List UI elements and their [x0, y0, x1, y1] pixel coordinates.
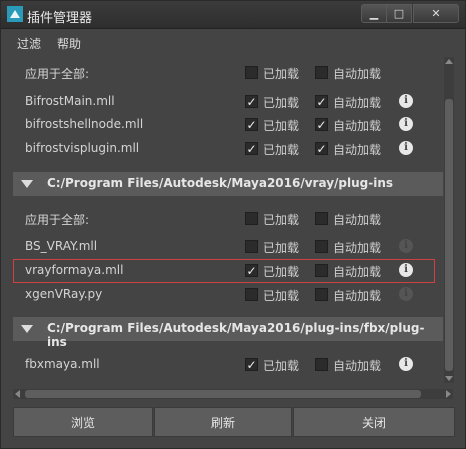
info-icon[interactable]: i	[399, 357, 413, 371]
maximize-icon: □	[393, 7, 405, 20]
loaded-label: 已加载	[263, 213, 300, 227]
browse-button[interactable]: 浏览	[13, 407, 153, 437]
maya-app-icon	[7, 6, 23, 22]
plugin-row: BifrostMain.mll ✓ 已加载 ✓ 自动加载 i	[13, 90, 443, 114]
close-window-button[interactable]: ✕	[413, 4, 459, 23]
apply-all-loaded-checkbox[interactable]	[245, 212, 258, 225]
loaded-checkbox[interactable]: ✓	[245, 142, 258, 155]
loaded-checkbox[interactable]	[245, 288, 258, 301]
auto-load-checkbox[interactable]	[315, 358, 328, 371]
section-path: C:/Program Files/Autodesk/Maya2016/plug-…	[47, 321, 425, 349]
plugin-name: fbxmaya.mll	[25, 357, 100, 371]
auto-load-label: 自动加载	[333, 241, 382, 255]
auto-load-checkbox[interactable]	[315, 240, 328, 253]
loaded-label: 已加载	[263, 359, 300, 373]
refresh-button[interactable]: 刷新	[154, 407, 292, 437]
apply-all-row: 应用于全部: 已加载 自动加载	[13, 61, 443, 85]
minimize-icon: ▁	[369, 7, 379, 20]
loaded-label: 已加载	[263, 143, 300, 157]
plugin-name: bifrostshellnode.mll	[25, 117, 144, 131]
info-icon[interactable]: i	[399, 141, 413, 155]
section-header-vray[interactable]: C:/Program Files/Autodesk/Maya2016/vray/…	[13, 172, 443, 196]
menu-filter[interactable]: 过滤	[17, 35, 41, 52]
horizontal-scroll-thumb[interactable]	[25, 390, 421, 398]
title-bar[interactable]: 插件管理器 ▁ □ ✕	[1, 1, 465, 29]
highlight-box	[13, 259, 435, 283]
close-icon: ✕	[431, 7, 441, 20]
menu-help[interactable]: 帮助	[57, 35, 81, 52]
vertical-scrollbar[interactable]	[444, 57, 454, 383]
loaded-label: 已加载	[263, 96, 300, 110]
auto-load-checkbox[interactable]	[315, 288, 328, 301]
auto-load-label: 自动加载	[333, 96, 382, 110]
apply-all-loaded-checkbox[interactable]	[245, 66, 258, 79]
plugin-name: BS_VRAY.mll	[25, 239, 98, 253]
scroll-down-arrow-icon[interactable]	[445, 376, 453, 381]
apply-all-label: 应用于全部:	[25, 67, 90, 81]
loaded-checkbox[interactable]	[245, 240, 258, 253]
plugin-row: BS_VRAY.mll 已加载 自动加载 i	[13, 235, 443, 259]
auto-load-checkbox[interactable]: ✓	[315, 95, 328, 108]
plugin-row: fbxmaya.mll ✓ 已加载 自动加载 i	[13, 353, 443, 377]
info-icon[interactable]: i	[399, 239, 413, 253]
plugin-row: bifrostshellnode.mll ✓ 已加载 ✓ 自动加载 i	[13, 113, 443, 137]
close-button[interactable]: 关闭	[293, 407, 455, 437]
menu-bar: 过滤 帮助	[1, 30, 465, 54]
apply-all-row: 应用于全部: 已加载 自动加载	[13, 207, 443, 231]
loaded-label: 已加载	[263, 67, 300, 81]
info-icon[interactable]: i	[399, 117, 413, 131]
loaded-checkbox[interactable]: ✓	[245, 95, 258, 108]
plugin-row: bifrostvisplugin.mll ✓ 已加载 ✓ 自动加载 i	[13, 137, 443, 161]
footer-buttons: 浏览 刷新 关闭	[13, 407, 455, 439]
window-title: 插件管理器	[27, 11, 93, 26]
info-icon[interactable]: i	[399, 287, 413, 301]
apply-all-auto-checkbox[interactable]	[315, 212, 328, 225]
scroll-left-arrow-icon[interactable]	[15, 390, 20, 398]
auto-load-label: 自动加载	[333, 119, 382, 133]
auto-load-checkbox[interactable]: ✓	[315, 142, 328, 155]
plugin-manager-window: 插件管理器 ▁ □ ✕ 过滤 帮助 应用于全部: 已加载 自动加载 Bifros…	[0, 0, 466, 449]
scroll-right-arrow-icon[interactable]	[446, 390, 451, 398]
loaded-label: 已加载	[263, 241, 300, 255]
auto-load-label: 自动加载	[333, 67, 382, 81]
plugin-name: bifrostvisplugin.mll	[25, 141, 140, 155]
apply-all-label: 应用于全部:	[25, 213, 90, 227]
minimize-button[interactable]: ▁	[361, 4, 387, 23]
vertical-scroll-thumb[interactable]	[445, 99, 453, 371]
loaded-label: 已加载	[263, 119, 300, 133]
auto-load-label: 自动加载	[333, 143, 382, 157]
auto-load-label: 自动加载	[333, 213, 382, 227]
plugin-name: BifrostMain.mll	[25, 94, 115, 108]
plugin-row: xgenVRay.py 已加载 自动加载 i	[13, 283, 443, 307]
loaded-label: 已加载	[263, 289, 300, 303]
maximize-button[interactable]: □	[386, 4, 412, 23]
collapse-triangle-icon[interactable]	[21, 180, 33, 188]
loaded-checkbox[interactable]: ✓	[245, 118, 258, 131]
info-icon[interactable]: i	[399, 94, 413, 108]
horizontal-scrollbar[interactable]	[13, 389, 453, 399]
auto-load-label: 自动加载	[333, 289, 382, 303]
plugin-list: 应用于全部: 已加载 自动加载 BifrostMain.mll ✓ 已加载 ✓ …	[13, 57, 443, 397]
auto-load-label: 自动加载	[333, 359, 382, 373]
apply-all-auto-checkbox[interactable]	[315, 66, 328, 79]
collapse-triangle-icon[interactable]	[21, 325, 33, 333]
scroll-up-arrow-icon[interactable]	[445, 59, 453, 64]
auto-load-checkbox[interactable]: ✓	[315, 118, 328, 131]
loaded-checkbox[interactable]: ✓	[245, 358, 258, 371]
section-header-fbx[interactable]: C:/Program Files/Autodesk/Maya2016/plug-…	[13, 317, 443, 349]
section-path: C:/Program Files/Autodesk/Maya2016/vray/…	[47, 176, 394, 190]
plugin-name: xgenVRay.py	[25, 287, 103, 301]
